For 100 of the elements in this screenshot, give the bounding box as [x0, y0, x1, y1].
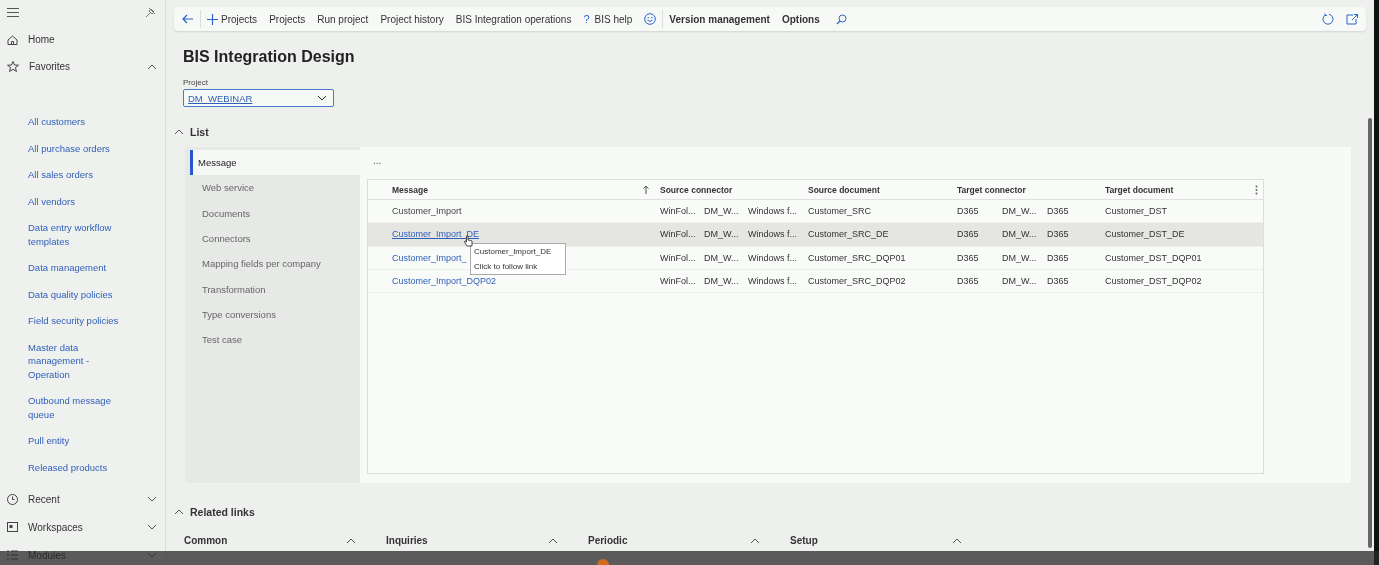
toolbar-button[interactable]: Version management [669, 13, 770, 25]
vertical-tab[interactable]: Test case [190, 327, 360, 353]
favorite-link[interactable]: All customers [28, 109, 123, 136]
caret-icon[interactable] [147, 496, 157, 502]
more-button[interactable]: ... [367, 155, 1338, 179]
nav-item[interactable]: Workspaces [28, 521, 83, 533]
vertical-tab[interactable]: Type conversions [190, 301, 360, 328]
column-header[interactable]: Source document [808, 184, 880, 195]
favorite-link[interactable]: Outbound message queue [28, 388, 123, 428]
collapse-icon[interactable] [174, 129, 184, 135]
message-link[interactable]: Customer_Import_ [392, 252, 467, 263]
page-title: BIS Integration Design [183, 48, 356, 66]
new-button[interactable]: Projects [207, 13, 258, 25]
table-cell-text: DM_W... [1002, 276, 1038, 287]
column-header[interactable]: Target connector [957, 184, 1026, 195]
link-group-title[interactable]: Setup [790, 535, 818, 546]
table-cell-text: Windows f... [748, 206, 798, 217]
table-cell-text: D365 [1047, 229, 1070, 240]
favorite-link[interactable]: All vendors [28, 188, 123, 215]
caret-icon[interactable] [952, 537, 962, 544]
link-group-title[interactable]: Common [184, 535, 228, 546]
search-icon[interactable] [835, 13, 847, 25]
toolbar-button[interactable]: Projects [269, 13, 306, 25]
table-cell: Customer_SRC_DQP01 [808, 252, 906, 263]
table-cell-text: D365 [957, 229, 980, 240]
table-cell-text: DM_W... [1002, 229, 1038, 240]
menu-icon[interactable] [7, 7, 19, 17]
vertical-tab[interactable]: Documents [190, 200, 360, 226]
message-link[interactable]: Customer_Import_DE [392, 229, 480, 240]
back-icon[interactable] [182, 14, 194, 24]
message-link[interactable]: Customer_Import_DQP02 [392, 276, 497, 287]
more-vertical-icon[interactable] [1255, 184, 1258, 195]
help-button[interactable]: ? BIS help [583, 13, 633, 25]
nav-item[interactable]: Favorites [29, 61, 71, 72]
caret-icon[interactable] [147, 524, 157, 530]
favorite-link[interactable]: Data management [28, 255, 123, 282]
table-cell-text: WinFol... [660, 229, 697, 240]
table-cell-text: DM_W... [704, 276, 740, 287]
favorite-link[interactable]: Pull entity [28, 428, 123, 455]
project-dropdown[interactable]: DM_WEBINAR [183, 89, 334, 107]
sort-arrow-icon[interactable] [643, 185, 649, 194]
toolbar-button[interactable]: Options [781, 13, 820, 25]
caret-icon[interactable] [346, 537, 356, 544]
collapse-icon[interactable] [174, 509, 184, 515]
vertical-tab[interactable]: Mapping fields per company [190, 251, 360, 277]
field-label: Project [183, 78, 209, 87]
link-group-title[interactable]: Inquiries [386, 535, 428, 546]
caret-icon[interactable] [548, 537, 558, 544]
table-cell-text: D365 [957, 252, 980, 263]
column-header[interactable]: Source connector [660, 184, 733, 195]
table-cell-text: DM_W... [1002, 252, 1038, 263]
vertical-tab[interactable]: Web service [190, 175, 360, 201]
toolbar-button[interactable]: Project history [380, 13, 444, 25]
toolbar-button[interactable]: BIS Integration operations [455, 13, 572, 25]
vertical-tab[interactable]: Transformation [190, 276, 360, 302]
caret-icon[interactable] [147, 63, 157, 70]
chevron-icon [317, 95, 327, 101]
clock-icon[interactable] [7, 493, 18, 505]
star-icon[interactable] [7, 61, 19, 72]
favorite-link[interactable]: Master data management - Operation [28, 334, 123, 388]
favorite-link[interactable]: All purchase orders [28, 135, 123, 162]
column-header[interactable]: Message [392, 184, 428, 195]
nav-item[interactable]: Recent [28, 493, 60, 505]
table-cell-text: Windows f... [748, 252, 798, 263]
home-icon[interactable] [7, 34, 18, 45]
table-cell-text: WinFol... [660, 252, 697, 263]
scrollbar-thumb[interactable] [1368, 118, 1372, 548]
table-cell-text: D365 [1047, 206, 1070, 217]
table-cell-text: DM_W... [704, 206, 740, 217]
nav-item[interactable]: Home [28, 34, 55, 45]
table-row[interactable]: Customer_Import_DE WinFol... DM_W... Windows f... Customer_SRC_DE D365 DM_W... D365 Customer_DST_DE [368, 223, 1263, 247]
table-cell-text: D365 [1047, 252, 1070, 263]
link-group-title[interactable]: Periodic [588, 535, 628, 546]
toolbar-button[interactable]: Run project [317, 13, 369, 25]
open-window-icon[interactable] [1346, 13, 1358, 25]
table-cell: Customer_DST [1105, 206, 1167, 217]
favorite-link[interactable]: Released products [28, 454, 123, 481]
table-cell-text: WinFol... [660, 206, 697, 217]
table-cell: Customer_DST_DQP01 [1105, 252, 1202, 263]
column-header[interactable]: Target document [1105, 184, 1174, 195]
favorite-link[interactable]: Data quality policies [28, 281, 123, 308]
table-cell-text: WinFol... [660, 276, 697, 287]
section-title[interactable]: List [190, 126, 209, 138]
vertical-tab[interactable]: Connectors [190, 225, 360, 252]
favorite-link[interactable]: All sales orders [28, 162, 123, 189]
plus-icon [207, 13, 218, 25]
table-cell-text: DM_W... [1002, 206, 1038, 217]
section-title[interactable]: Related links [190, 506, 255, 518]
table-cell-text: D365 [957, 206, 980, 217]
caret-icon[interactable] [750, 537, 760, 544]
favorite-link[interactable]: Field security policies [28, 308, 123, 335]
vertical-tab[interactable]: Message [190, 150, 360, 176]
table-cell-text: D365 [1047, 276, 1070, 287]
favorite-link[interactable]: Data entry workflow templates [28, 215, 123, 255]
pin-icon[interactable] [145, 6, 156, 18]
smiley-icon[interactable] [644, 13, 657, 25]
table-cell: Customer_SRC_DE [808, 229, 889, 240]
tooltip-hint: Click to follow link [474, 262, 539, 271]
workspace-icon[interactable] [7, 522, 18, 532]
refresh-icon[interactable] [1322, 13, 1334, 25]
